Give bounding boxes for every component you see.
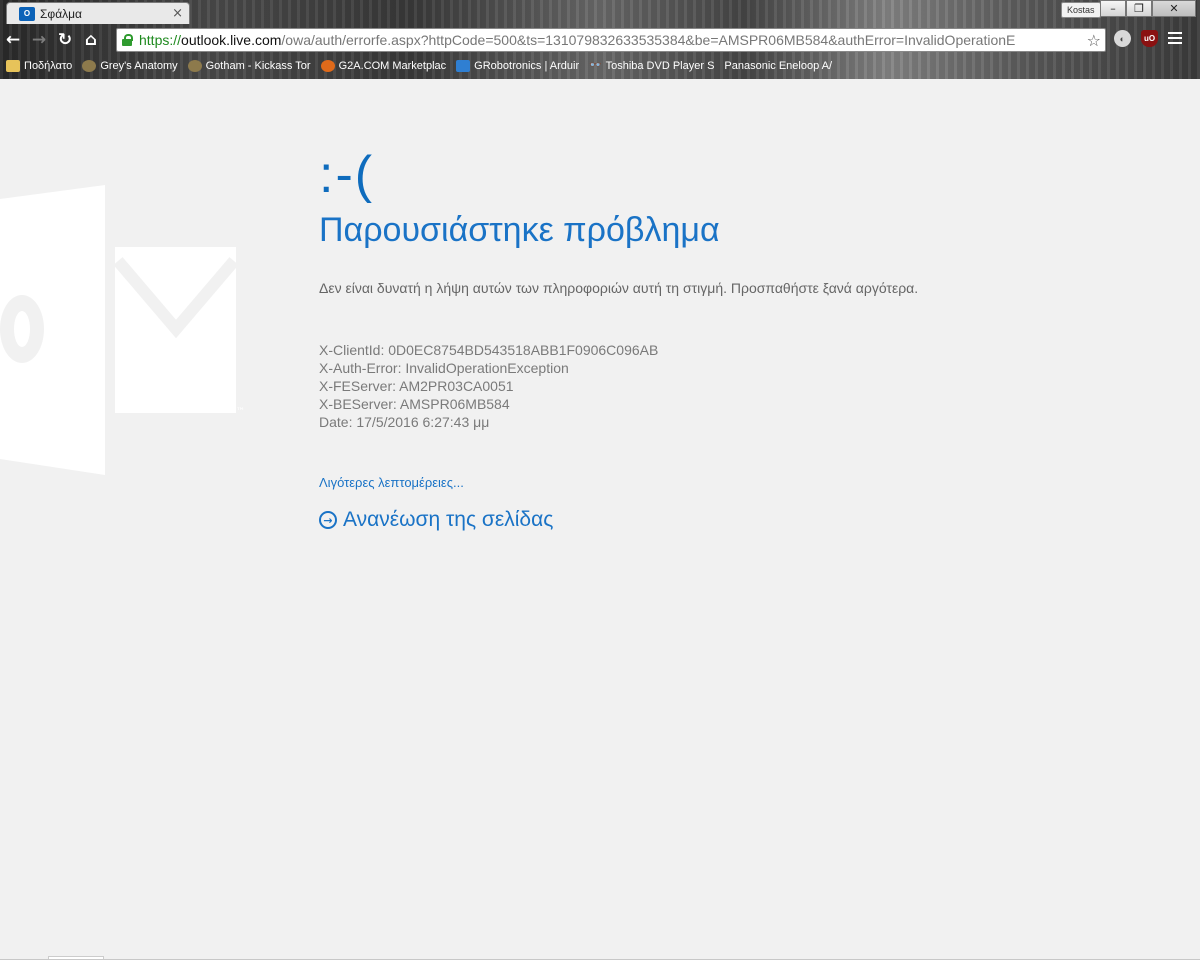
error-details: X-ClientId: 0D0EC8754BD543518ABB1F0906C0… <box>319 341 658 431</box>
arrow-circle-icon: → <box>319 511 337 529</box>
reload-button[interactable]: ↻ <box>52 27 78 53</box>
sad-face: :-( <box>319 146 375 204</box>
lock-icon[interactable] <box>121 34 133 46</box>
browser-chrome: O Σφάλμα × Kostas – ❐ ✕ ← → ↻ ⌂ https://… <box>0 0 1200 79</box>
detail-date: Date: 17/5/2016 6:27:43 μμ <box>319 414 490 430</box>
bookmark-label: Toshiba DVD Player S <box>605 60 715 72</box>
profile-button[interactable]: Kostas <box>1061 2 1101 18</box>
error-message: Δεν είναι δυνατή η λήψη αυτών των πληροφ… <box>319 280 919 296</box>
bookmark-item[interactable]: Grey's Anatomy <box>82 60 178 72</box>
browser-toolbar: ← → ↻ ⌂ https://outlook.live.com/owa/aut… <box>0 26 1200 54</box>
bookmark-item[interactable]: GRobotronics | Arduir <box>456 60 579 72</box>
page-title: Παρουσιάστηκε πρόβλημα <box>319 211 720 249</box>
bookmark-label: Ποδήλατο <box>24 60 73 72</box>
bookmark-label: Grey's Anatomy <box>100 60 178 72</box>
address-bar[interactable]: https://outlook.live.com/owa/auth/errorf… <box>116 28 1106 52</box>
bookmark-item[interactable]: Gotham - Kickass Tor <box>187 60 311 72</box>
bookmark-star-icon[interactable]: ☆ <box>1087 31 1101 50</box>
home-button[interactable]: ⌂ <box>78 27 104 53</box>
glasses-icon: 👓 <box>589 60 602 71</box>
gear-icon <box>456 60 471 72</box>
ublock-icon[interactable]: uO <box>1141 30 1158 47</box>
browser-tab[interactable]: O Σφάλμα × <box>6 2 190 24</box>
extension-icons: ◐ uO <box>1114 30 1182 47</box>
url-host: outlook.live.com <box>181 32 282 48</box>
outlook-logo-icon: ™ <box>0 185 245 475</box>
svg-text:™: ™ <box>236 407 245 417</box>
tab-title: Σφάλμα <box>40 6 82 21</box>
g2a-icon <box>320 60 335 72</box>
detail-fe-server: X-FEServer: AM2PR03CA0051 <box>319 378 514 394</box>
detail-be-server: X-BEServer: AMSPR06MB584 <box>319 396 510 412</box>
bookmark-item[interactable]: G2A.COM Marketplac <box>320 60 447 72</box>
error-page: ™ :-( Παρουσιάστηκε πρόβλημα Δεν είναι δ… <box>0 79 1200 960</box>
bookmark-item[interactable]: Panasonic Eneloop A/ <box>724 60 832 72</box>
url-text[interactable]: https://outlook.live.com/owa/auth/errorf… <box>139 32 1087 48</box>
forward-button[interactable]: → <box>26 27 52 53</box>
refresh-page-link[interactable]: → Ανανέωση της σελίδας <box>319 508 553 532</box>
bookmark-item[interactable]: Ποδήλατο <box>6 60 72 72</box>
window-controls: – ❐ ✕ <box>1100 0 1196 17</box>
bookmark-label: Gotham - Kickass Tor <box>205 60 311 72</box>
detail-client-id: X-ClientId: 0D0EC8754BD543518ABB1F0906C0… <box>319 342 659 358</box>
back-button[interactable]: ← <box>0 27 26 53</box>
extension-icon[interactable]: ◐ <box>1114 30 1131 47</box>
folder-icon <box>6 60 20 72</box>
tab-close-icon[interactable]: × <box>172 6 183 21</box>
url-scheme: https:// <box>139 32 182 48</box>
tpb-icon <box>187 60 202 72</box>
bookmark-label: Panasonic Eneloop A/ <box>724 60 833 72</box>
bookmark-label: GRobotronics | Arduir <box>474 60 580 72</box>
tpb-icon <box>82 60 97 72</box>
bookmark-item[interactable]: 👓 Toshiba DVD Player S <box>589 60 714 72</box>
bookmark-label: G2A.COM Marketplac <box>338 60 447 72</box>
outlook-favicon-icon: O <box>19 6 35 21</box>
url-path: /owa/auth/errorfe.aspx?httpCode=500&ts=1… <box>281 32 1016 48</box>
close-window-button[interactable]: ✕ <box>1152 0 1196 17</box>
menu-icon[interactable] <box>1168 32 1182 44</box>
refresh-label: Ανανέωση της σελίδας <box>343 508 554 531</box>
detail-auth-error: X-Auth-Error: InvalidOperationException <box>319 360 569 376</box>
minimize-button[interactable]: – <box>1100 0 1126 17</box>
bookmarks-bar: Ποδήλατο Grey's Anatomy Gotham - Kickass… <box>0 56 1200 76</box>
restore-button[interactable]: ❐ <box>1126 0 1152 17</box>
less-details-link[interactable]: Λιγότερες λεπτομέρειες... <box>319 475 464 490</box>
